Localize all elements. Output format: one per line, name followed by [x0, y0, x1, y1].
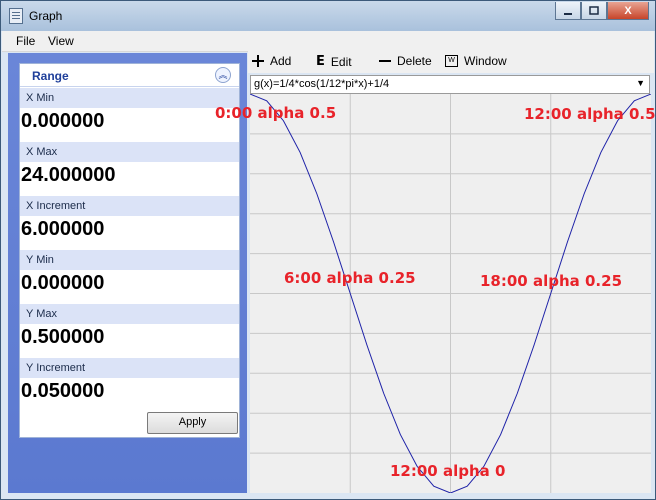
window-icon: W: [445, 55, 458, 67]
y-increment-input[interactable]: 0.050000: [20, 378, 239, 402]
graph-window: Graph X File View Range ︽ X Min 0.000000…: [0, 0, 656, 500]
edit-label: Edit: [330, 54, 352, 69]
menu-file[interactable]: File: [16, 34, 35, 48]
menu-view[interactable]: View: [48, 34, 74, 48]
x-min-label: X Min: [20, 88, 239, 108]
x-min-input[interactable]: 0.000000: [20, 108, 239, 132]
x-max-input[interactable]: 24.000000: [20, 162, 239, 186]
close-button[interactable]: X: [607, 2, 649, 20]
annotation-12-00-top: 12:00 alpha 0.5: [524, 105, 656, 123]
window-controls: X: [555, 2, 649, 20]
maximize-icon: [589, 5, 599, 15]
function-select[interactable]: g(x)=1/4*cos(1/12*pi*x)+1/4 ▼: [250, 75, 650, 94]
add-button[interactable]: Add: [252, 54, 291, 68]
x-increment-input[interactable]: 6.000000: [20, 216, 239, 240]
add-label: Add: [270, 54, 292, 68]
title-bar[interactable]: Graph X: [1, 1, 655, 31]
close-icon: X: [624, 4, 632, 17]
delete-label: Delete: [397, 54, 432, 68]
maximize-button[interactable]: [581, 2, 607, 20]
collapse-chevron-icon[interactable]: ︽: [215, 67, 231, 83]
minimize-button[interactable]: [555, 2, 581, 20]
x-increment-label: X Increment: [20, 196, 239, 216]
edit-icon: E: [316, 54, 325, 69]
x-max-label: X Max: [20, 142, 239, 162]
left-pane: Range ︽ X Min 0.000000 X Max 24.000000 X…: [8, 53, 247, 493]
graph-plot-area[interactable]: 0:00 alpha 0.5 12:00 alpha 0.5 6:00 alph…: [215, 94, 656, 493]
range-header[interactable]: Range ︽: [20, 64, 239, 87]
y-max-label: Y Max: [20, 304, 239, 324]
window-label: Window: [464, 54, 507, 68]
apply-button[interactable]: Apply: [147, 412, 238, 434]
y-min-input[interactable]: 0.000000: [20, 270, 239, 294]
minus-icon: [379, 60, 391, 62]
annotation-12-00-bottom: 12:00 alpha 0: [390, 462, 506, 480]
annotation-0-00: 0:00 alpha 0.5: [215, 104, 337, 122]
range-title: Range: [32, 69, 69, 83]
annotation-6-00: 6:00 alpha 0.25: [284, 269, 416, 287]
toolbar: Add E Edit Delete W Window: [248, 51, 654, 73]
edit-button[interactable]: E Edit: [316, 54, 352, 69]
app-icon: [9, 8, 23, 24]
window-button[interactable]: W Window: [445, 54, 507, 68]
dropdown-arrow-icon[interactable]: ▼: [636, 78, 645, 88]
delete-button[interactable]: Delete: [379, 54, 432, 68]
menu-bar: File View: [2, 31, 654, 52]
minimize-icon: [564, 12, 572, 15]
graph-svg: [250, 94, 651, 493]
annotation-18-00: 18:00 alpha 0.25: [480, 272, 623, 290]
range-panel: Range ︽ X Min 0.000000 X Max 24.000000 X…: [19, 63, 240, 438]
y-increment-label: Y Increment: [20, 358, 239, 378]
plus-icon: [252, 55, 264, 67]
y-min-label: Y Min: [20, 250, 239, 270]
window-title: Graph: [29, 9, 63, 23]
y-max-input[interactable]: 0.500000: [20, 324, 239, 348]
function-select-value: g(x)=1/4*cos(1/12*pi*x)+1/4: [254, 78, 390, 90]
